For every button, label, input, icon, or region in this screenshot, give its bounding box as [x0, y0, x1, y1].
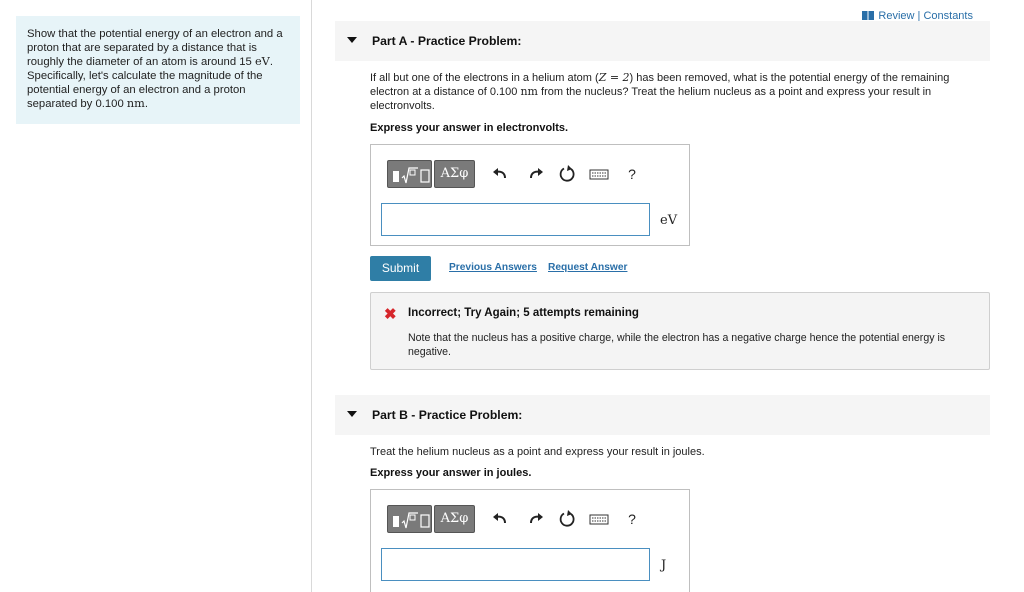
feedback-text: Note that the nucleus has a positive cha… — [408, 332, 946, 358]
incorrect-x-icon: ✖ — [384, 306, 397, 323]
templates-button[interactable] — [387, 505, 432, 533]
part-a-instruction: Express your answer in electronvolts. — [370, 122, 569, 134]
part-b-header[interactable]: Part B - Practice Problem: — [335, 395, 990, 435]
reset-icon[interactable] — [556, 508, 578, 530]
part-b-instruction: Express your answer in joules. — [370, 467, 532, 479]
intro-text: Show that the potential energy of an ele… — [27, 27, 289, 111]
keyboard-icon[interactable] — [588, 508, 610, 530]
intro-unit-ev: eV — [254, 55, 270, 68]
help-button[interactable]: ? — [621, 508, 643, 530]
book-icon — [862, 11, 875, 20]
undo-icon[interactable] — [490, 163, 512, 185]
part-a-unit-nm: nm — [520, 85, 538, 98]
previous-answers-link[interactable]: Previous Answers — [449, 262, 537, 273]
part-a-title: Part A - Practice Problem: — [372, 34, 522, 48]
feedback-title: Incorrect; Try Again; 5 attempts remaini… — [408, 307, 639, 319]
part-b-answer-box: ΑΣφ ? J — [370, 489, 690, 592]
reset-icon[interactable] — [556, 163, 578, 185]
templates-button[interactable] — [387, 160, 432, 188]
intro-distance: 0.100 — [95, 98, 124, 110]
column-divider — [311, 0, 312, 592]
undo-icon[interactable] — [490, 508, 512, 530]
fraction-radical-icon — [393, 167, 430, 184]
part-b-title: Part B - Practice Problem: — [372, 408, 523, 422]
part-b-answer-input[interactable] — [381, 548, 650, 581]
part-a-distance: 0.100 — [489, 86, 518, 98]
problem-text-part: If all but one of the electrons in a hel… — [370, 72, 599, 84]
greek-symbols-button[interactable]: ΑΣφ — [434, 505, 475, 533]
part-a-answer-box: ΑΣφ ? eV — [370, 144, 690, 246]
intro-text-part: Show that the potential energy of an ele… — [27, 28, 283, 68]
part-a-header[interactable]: Part A - Practice Problem: — [335, 21, 990, 61]
fraction-radical-icon — [393, 512, 430, 529]
redo-icon[interactable] — [524, 163, 546, 185]
redo-icon[interactable] — [524, 508, 546, 530]
z-equals-2: Z = 2 — [598, 71, 630, 84]
feedback-panel: ✖ Incorrect; Try Again; 5 attempts remai… — [370, 292, 990, 370]
request-answer-link[interactable]: Request Answer — [548, 262, 627, 273]
part-b-problem-text: Treat the helium nucleus as a point and … — [370, 446, 705, 458]
keyboard-icon[interactable] — [588, 163, 610, 185]
part-b-unit-label: J — [661, 558, 667, 573]
part-a-problem-text: If all but one of the electrons in a hel… — [370, 71, 980, 113]
collapse-triangle-icon[interactable] — [347, 411, 357, 417]
part-a-unit-label: eV — [660, 213, 678, 228]
submit-button[interactable]: Submit — [370, 256, 431, 281]
intro-panel: Show that the potential energy of an ele… — [16, 16, 300, 124]
part-a-answer-input[interactable] — [381, 203, 650, 236]
intro-unit-nm: nm — [126, 97, 145, 110]
intro-text-part: . — [144, 98, 149, 110]
help-button[interactable]: ? — [621, 163, 643, 185]
greek-symbols-button[interactable]: ΑΣφ — [434, 160, 475, 188]
collapse-triangle-icon[interactable] — [347, 37, 357, 43]
